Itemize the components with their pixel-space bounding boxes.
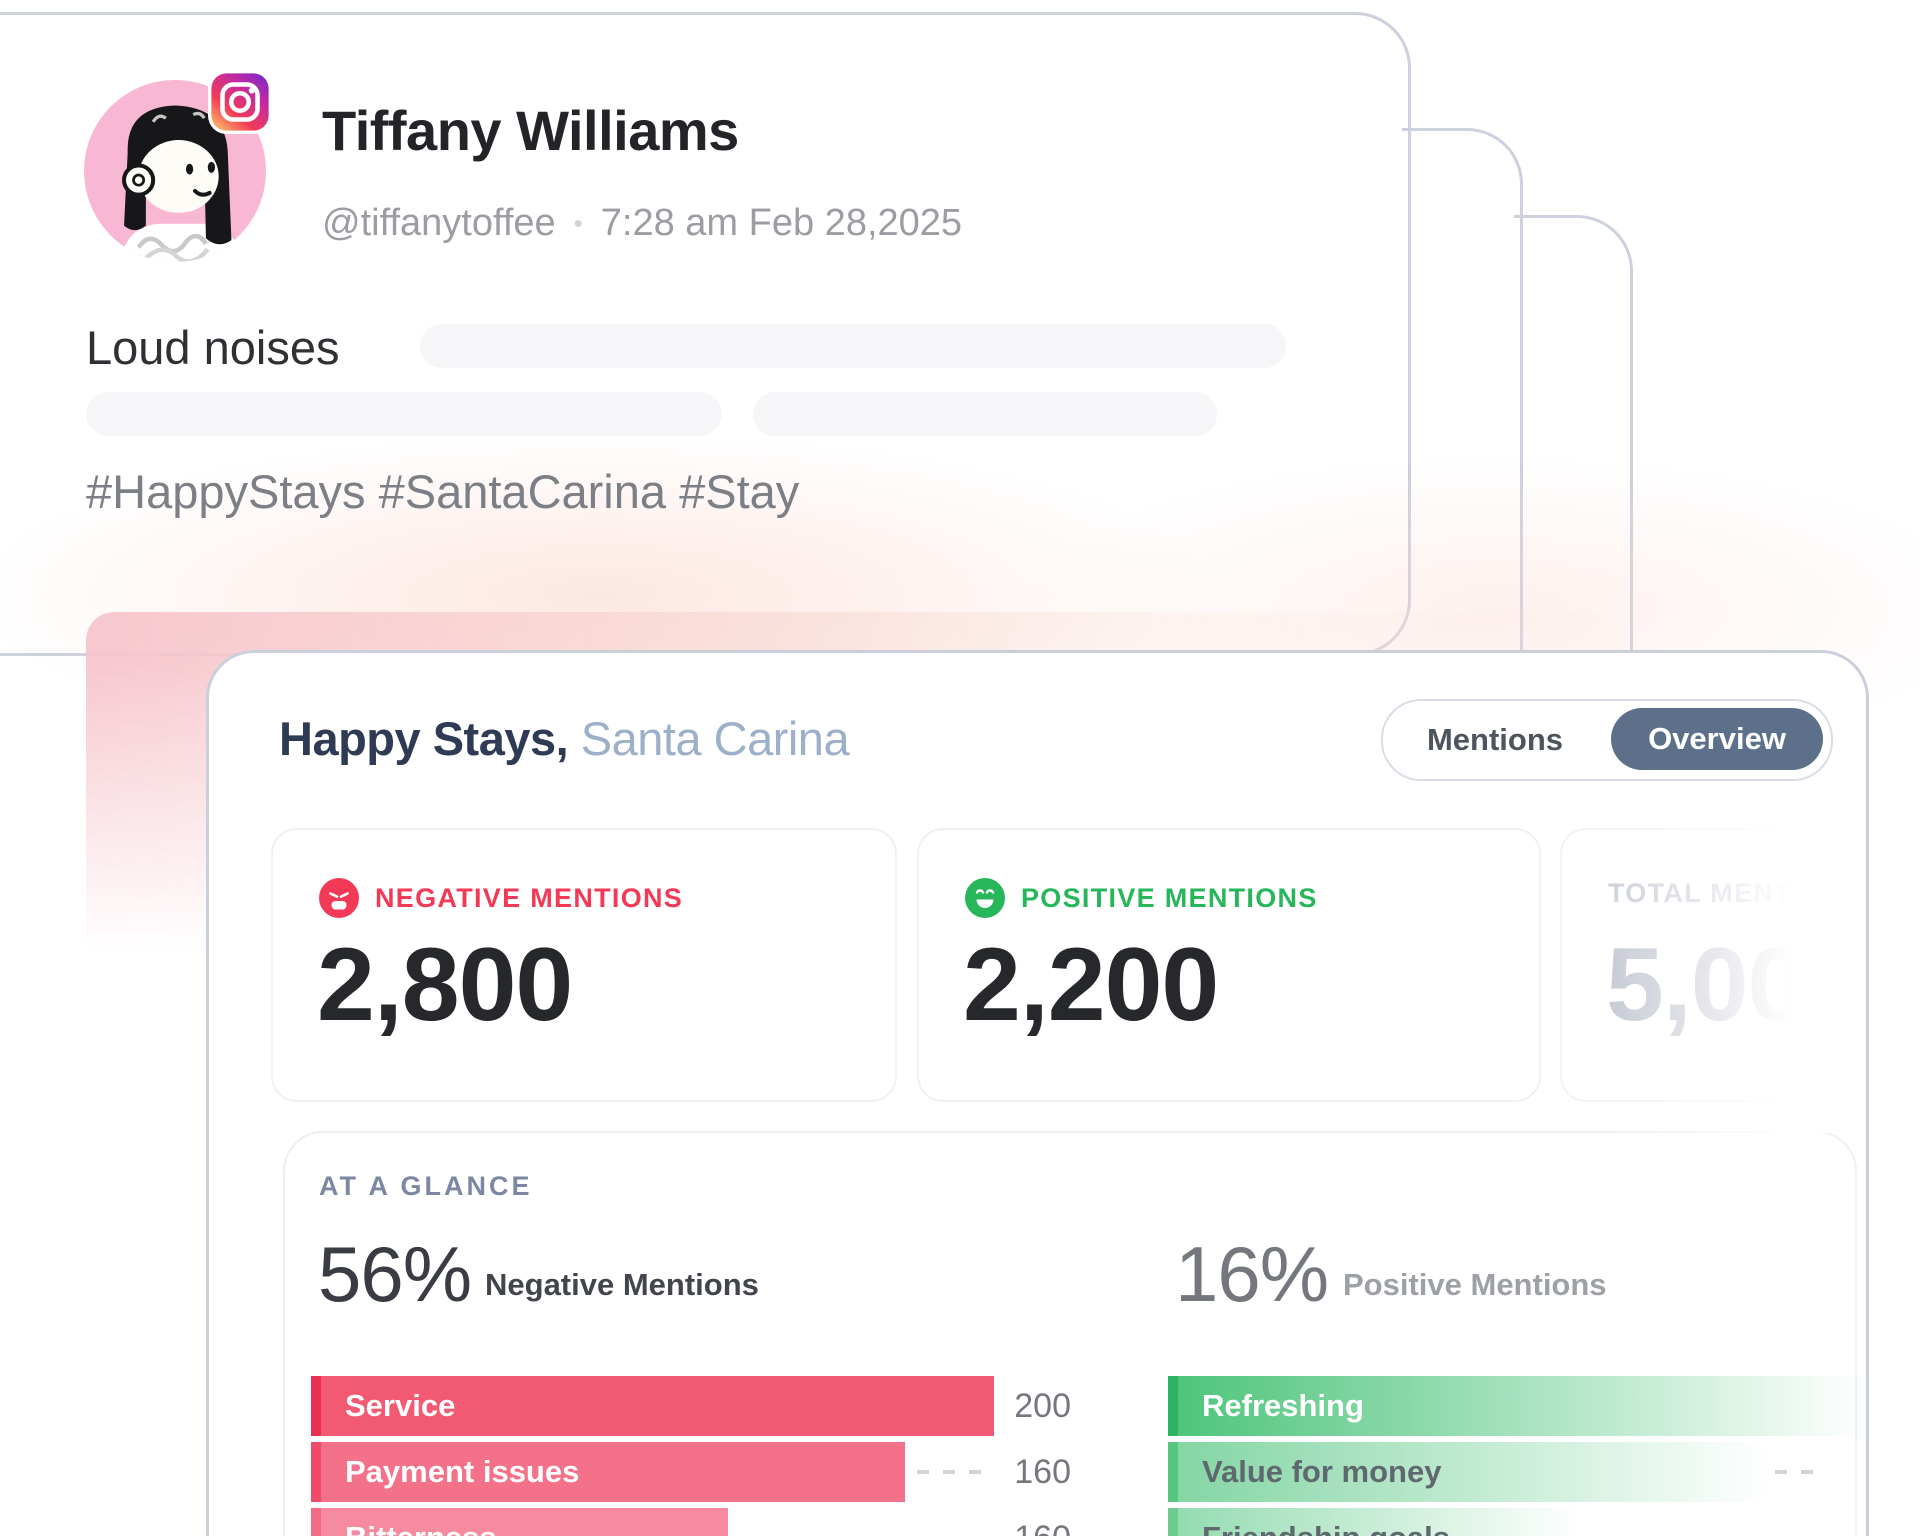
redacted-text-bar bbox=[420, 324, 1286, 368]
total-mentions-card: TOTAL MENTIONS 5,000 bbox=[1560, 828, 1869, 1102]
bar-cap bbox=[311, 1508, 321, 1536]
bar: Service bbox=[311, 1376, 994, 1436]
stat-value: 2,200 bbox=[963, 926, 1218, 1045]
bar-cap bbox=[1168, 1508, 1178, 1536]
bar-category-label: Service bbox=[345, 1388, 455, 1424]
bar-cap bbox=[1168, 1442, 1178, 1502]
positive-mentions-card: POSITIVE MENTIONS 2,200 bbox=[917, 828, 1541, 1102]
view-toggle: Mentions Overview bbox=[1381, 699, 1833, 781]
post-handle: @tiffanytoffee bbox=[322, 202, 556, 245]
bar-cap bbox=[311, 1376, 321, 1436]
positive-percent-label: Positive Mentions bbox=[1343, 1267, 1607, 1303]
negative-mentions-card: NEGATIVE MENTIONS 2,800 bbox=[271, 828, 897, 1102]
dashboard-title-secondary: Santa Carina bbox=[581, 712, 849, 765]
analytics-dashboard-card: Happy Stays, Santa Carina Mentions Overv… bbox=[206, 650, 1869, 1536]
negative-percent-label: Negative Mentions bbox=[485, 1267, 759, 1303]
bar-category-label: Payment issues bbox=[345, 1454, 579, 1490]
stat-value: 5,000 bbox=[1606, 926, 1861, 1045]
bar-category-label: Bitterness bbox=[345, 1520, 497, 1536]
post-meta: @tiffanytoffee • 7:28 am Feb 28,2025 bbox=[322, 202, 962, 245]
tab-mentions[interactable]: Mentions bbox=[1383, 701, 1607, 779]
at-a-glance-card: AT A GLANCE 56% Negative Mentions 16% Po… bbox=[283, 1131, 1857, 1536]
bar-row-value-for-money: Value for money bbox=[1168, 1442, 1869, 1502]
bar-value: 200 bbox=[999, 1376, 1071, 1436]
bar-row-service: Service 200 bbox=[311, 1376, 1075, 1436]
stat-label: POSITIVE MENTIONS bbox=[1021, 883, 1318, 914]
redacted-text-bar bbox=[86, 392, 722, 436]
stat-label: TOTAL MENTIONS bbox=[1608, 878, 1863, 909]
social-post: Tiffany Williams @tiffanytoffee • 7:28 a… bbox=[0, 0, 1920, 700]
bar-row-bitterness: Bitterness 160 bbox=[311, 1508, 1075, 1536]
post-hashtags: #HappyStays #SantaCarina #Stay bbox=[86, 464, 799, 519]
redacted-text-bar bbox=[753, 392, 1217, 436]
positive-percent: 16% bbox=[1175, 1229, 1328, 1320]
post-text: Loud noises bbox=[86, 320, 339, 375]
bar-cap bbox=[1168, 1376, 1178, 1436]
page: Tiffany Williams @tiffanytoffee • 7:28 a… bbox=[0, 0, 1920, 1536]
instagram-icon bbox=[208, 70, 272, 134]
dashboard-title: Happy Stays, Santa Carina bbox=[279, 711, 849, 766]
dashed-leader-line bbox=[1775, 1470, 1823, 1474]
section-heading: AT A GLANCE bbox=[319, 1171, 532, 1202]
bar-category-label: Friendship goals bbox=[1202, 1520, 1450, 1536]
dashed-leader-line bbox=[917, 1470, 983, 1474]
negative-topics-bar-chart: Service 200 Payment issues 160 Bitterness 160 bbox=[311, 1376, 1075, 1536]
bar-value: 160 bbox=[999, 1508, 1071, 1536]
bar-row-friendship-goals: Friendship goals bbox=[1168, 1508, 1869, 1536]
bar: Payment issues bbox=[311, 1442, 905, 1502]
bar-cap bbox=[311, 1442, 321, 1502]
dot-separator-icon: • bbox=[574, 208, 583, 239]
bar-row-payment-issues: Payment issues 160 bbox=[311, 1442, 1075, 1502]
angry-face-icon bbox=[319, 878, 359, 918]
laughing-face-icon bbox=[965, 878, 1005, 918]
bar: Value for money bbox=[1168, 1442, 1763, 1502]
bar-value: 160 bbox=[999, 1442, 1071, 1502]
post-author-name: Tiffany Williams bbox=[322, 98, 739, 163]
stat-value: 2,800 bbox=[317, 926, 572, 1045]
bar: Friendship goals bbox=[1168, 1508, 1576, 1536]
bar: Bitterness bbox=[311, 1508, 728, 1536]
tab-overview[interactable]: Overview bbox=[1611, 708, 1823, 770]
positive-topics-bar-chart: Refreshing Value for money Friendship goal… bbox=[1168, 1376, 1869, 1536]
negative-percent: 56% bbox=[318, 1229, 471, 1320]
post-timestamp: 7:28 am Feb 28,2025 bbox=[601, 202, 962, 245]
stat-label: NEGATIVE MENTIONS bbox=[375, 883, 683, 914]
bar: Refreshing bbox=[1168, 1376, 1860, 1436]
bar-category-label: Refreshing bbox=[1202, 1388, 1364, 1424]
bar-category-label: Value for money bbox=[1202, 1454, 1441, 1490]
dashboard-title-primary: Happy Stays, bbox=[279, 712, 568, 765]
bar-row-refreshing: Refreshing bbox=[1168, 1376, 1869, 1436]
